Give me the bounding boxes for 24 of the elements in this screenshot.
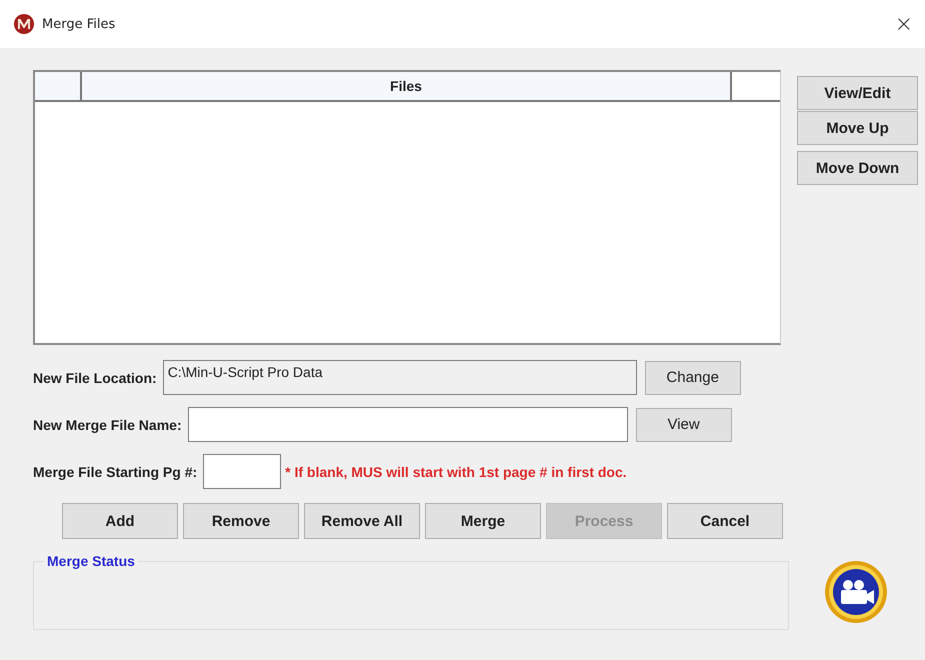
action-button[interactable]: Merge: [425, 503, 541, 539]
field-button[interactable]: Change: [644, 360, 741, 394]
side-button[interactable]: Move Up: [797, 111, 918, 145]
column-header[interactable]: [35, 72, 82, 100]
action-button[interactable]: Remove All: [304, 503, 420, 539]
column-header[interactable]: Files: [82, 72, 732, 100]
status-legend: Merge Status: [44, 553, 138, 569]
text-field[interactable]: [188, 407, 628, 442]
text-field[interactable]: [203, 454, 282, 489]
field-label: New File Location:: [33, 370, 157, 386]
video-camera-icon[interactable]: [824, 560, 888, 624]
close-button[interactable]: ×: [892, 12, 915, 36]
field-label: New Merge File Name:: [33, 416, 182, 432]
action-button[interactable]: Add: [62, 503, 178, 539]
text-field[interactable]: C:\Min-U-Script Pro Data: [162, 360, 637, 395]
hint-note: * If blank, MUS will start with 1st page # in first doc.: [285, 464, 627, 480]
side-button[interactable]: Move Down: [797, 151, 918, 185]
action-button[interactable]: Remove: [183, 503, 299, 539]
app-logo-icon: [14, 14, 34, 34]
side-button[interactable]: View/Edit: [797, 76, 918, 110]
field-button[interactable]: View: [636, 408, 732, 442]
window-title: Merge Files: [42, 16, 116, 32]
field-label: Merge File Starting Pg #:: [33, 464, 198, 480]
action-button[interactable]: Cancel: [667, 503, 783, 539]
